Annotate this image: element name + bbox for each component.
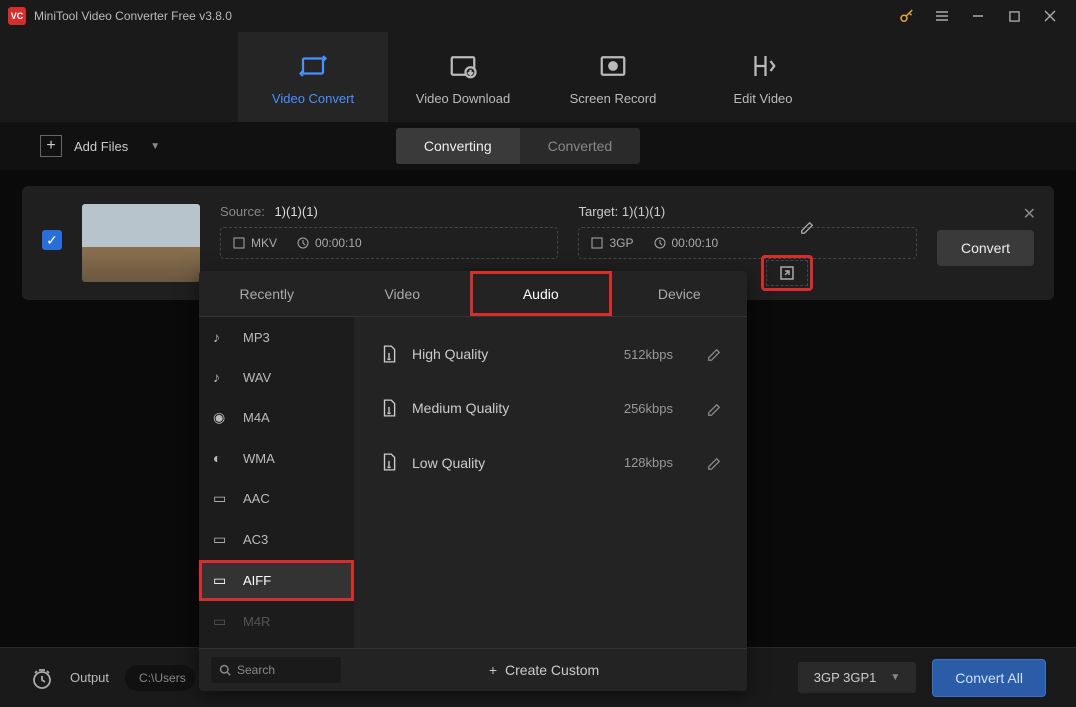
- download-icon: [448, 48, 478, 80]
- quality-name: Medium Quality: [412, 400, 610, 416]
- format-aac[interactable]: ▭AAC: [199, 478, 354, 519]
- tab-video-download[interactable]: Video Download: [388, 32, 538, 122]
- quality-low[interactable]: Low Quality 128kbps: [354, 435, 747, 489]
- segment-converting[interactable]: Converting: [396, 128, 520, 164]
- audio-file-icon: ♪: [213, 369, 231, 385]
- tab-video-convert[interactable]: Video Convert: [238, 32, 388, 122]
- source-name: 1)(1)(1): [274, 204, 317, 219]
- audio-file-icon: ▭: [213, 531, 231, 548]
- segment-converted[interactable]: Converted: [520, 128, 641, 164]
- edit-target-icon[interactable]: [800, 219, 814, 235]
- target-info: Target: 1)(1)(1) 3GP 00:00:10: [578, 204, 916, 259]
- target-format: 3GP: [591, 236, 633, 250]
- tab-label: Video Convert: [272, 91, 354, 106]
- quality-rate: 128kbps: [624, 455, 673, 470]
- plus-icon: +: [40, 135, 62, 157]
- ddtab-video[interactable]: Video: [335, 271, 471, 316]
- close-button[interactable]: [1032, 0, 1068, 32]
- quality-rate: 256kbps: [624, 401, 673, 416]
- quality-rate: 512kbps: [624, 347, 673, 362]
- target-settings-button[interactable]: [761, 255, 813, 291]
- format-aiff[interactable]: ▭AIFF: [199, 560, 354, 601]
- tab-label: Screen Record: [570, 91, 657, 106]
- quality-list: High Quality 512kbps Medium Quality 256k…: [354, 317, 747, 648]
- convert-icon: [298, 48, 328, 80]
- output-label: Output: [70, 670, 109, 685]
- quality-name: Low Quality: [412, 455, 610, 471]
- file-icon: [380, 399, 398, 417]
- tab-label: Video Download: [416, 91, 510, 106]
- target-duration: 00:00:10: [654, 236, 719, 250]
- audio-file-icon: ♪: [213, 329, 231, 345]
- source-format: MKV: [233, 236, 277, 250]
- quality-name: High Quality: [412, 346, 610, 362]
- edit-icon: [748, 48, 778, 80]
- ddtab-audio[interactable]: Audio: [470, 271, 612, 316]
- file-icon: [380, 453, 398, 471]
- format-wav[interactable]: ♪WAV: [199, 357, 354, 397]
- dropdown-footer: Search + Create Custom: [199, 648, 747, 691]
- source-info: Source: 1)(1)(1) MKV 00:00:10: [220, 204, 558, 259]
- format-mp3[interactable]: ♪MP3: [199, 317, 354, 357]
- video-thumbnail: [82, 204, 200, 282]
- ddtab-device[interactable]: Device: [612, 271, 748, 316]
- format-ac3[interactable]: ▭AC3: [199, 519, 354, 560]
- maximize-button[interactable]: [996, 0, 1032, 32]
- search-placeholder: Search: [237, 663, 275, 677]
- preset-label: 3GP 3GP1: [814, 670, 877, 685]
- audio-file-icon: ◉: [213, 409, 231, 426]
- audio-file-icon: ▭: [213, 613, 231, 630]
- format-m4r[interactable]: ▭M4R: [199, 601, 354, 642]
- audio-file-icon: ▭: [213, 490, 231, 507]
- app-title: MiniTool Video Converter Free v3.8.0: [34, 9, 898, 23]
- output-path-field[interactable]: C:\Users: [125, 665, 195, 691]
- dropdown-tabs: Recently Video Audio Device: [199, 271, 747, 317]
- preset-dropdown[interactable]: 3GP 3GP1 ▼: [798, 662, 917, 693]
- add-files-label: Add Files: [74, 139, 128, 154]
- quality-medium[interactable]: Medium Quality 256kbps: [354, 381, 747, 435]
- edit-quality-icon[interactable]: [707, 346, 721, 362]
- chevron-down-icon: ▼: [890, 672, 900, 683]
- chevron-down-icon: ▼: [150, 141, 160, 152]
- quality-high[interactable]: High Quality 512kbps: [354, 327, 747, 381]
- main-navigation: Video Convert Video Download Screen Reco…: [0, 32, 1076, 122]
- format-sidebar[interactable]: ♪MP3 ♪WAV ◉M4A ◐WMA ▭AAC ▭AC3 ▭AIFF ▭M4R: [199, 317, 354, 648]
- edit-quality-icon[interactable]: [707, 454, 721, 470]
- create-custom-button[interactable]: + Create Custom: [353, 662, 735, 678]
- app-logo: VC: [8, 7, 26, 25]
- source-duration: 00:00:10: [297, 236, 362, 250]
- audio-file-icon: ▭: [213, 572, 231, 589]
- add-files-button[interactable]: + Add Files ▼: [30, 129, 170, 163]
- convert-button[interactable]: Convert: [937, 230, 1034, 266]
- format-wma[interactable]: ◐WMA: [199, 438, 354, 478]
- target-label: Target:: [578, 204, 618, 219]
- titlebar: VC MiniTool Video Converter Free v3.8.0: [0, 0, 1076, 32]
- source-format-box: MKV 00:00:10: [220, 227, 558, 259]
- ddtab-recently[interactable]: Recently: [199, 271, 335, 316]
- source-label: Source:: [220, 204, 265, 219]
- target-name: 1)(1)(1): [622, 204, 665, 219]
- minimize-button[interactable]: [960, 0, 996, 32]
- remove-file-button[interactable]: ✕: [1023, 204, 1036, 224]
- clock-icon[interactable]: [30, 664, 54, 690]
- menu-icon[interactable]: [924, 0, 960, 32]
- convert-segment: Converting Converted: [396, 128, 640, 164]
- tab-screen-record[interactable]: Screen Record: [538, 32, 688, 122]
- edit-quality-icon[interactable]: [707, 400, 721, 416]
- format-m4a[interactable]: ◉M4A: [199, 397, 354, 438]
- plus-icon: +: [489, 662, 497, 678]
- create-custom-label: Create Custom: [505, 662, 599, 678]
- convert-all-button[interactable]: Convert All: [932, 659, 1046, 697]
- tab-edit-video[interactable]: Edit Video: [688, 32, 838, 122]
- tab-label: Edit Video: [733, 91, 792, 106]
- toolbar: + Add Files ▼ Converting Converted: [0, 122, 1076, 170]
- format-search-input[interactable]: Search: [211, 657, 341, 683]
- key-icon[interactable]: [898, 7, 916, 25]
- target-format-box: 3GP 00:00:10: [578, 227, 916, 259]
- record-icon: [598, 48, 628, 80]
- file-icon: [380, 345, 398, 363]
- format-dropdown: Recently Video Audio Device ♪MP3 ♪WAV ◉M…: [199, 271, 747, 691]
- audio-file-icon: ◐: [213, 450, 231, 466]
- file-checkbox[interactable]: ✓: [42, 230, 62, 250]
